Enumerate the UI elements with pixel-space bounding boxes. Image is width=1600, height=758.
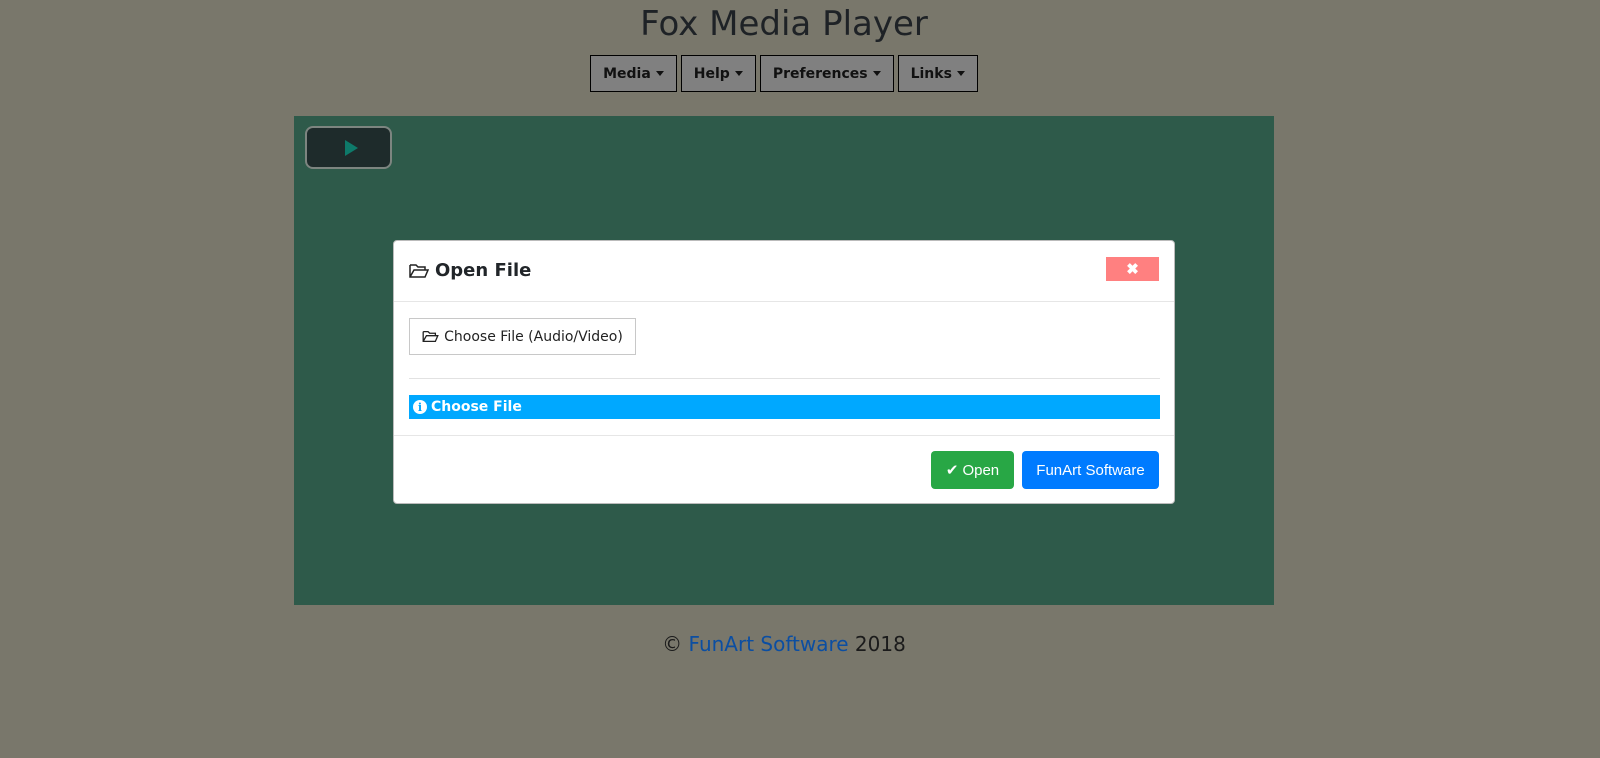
status-text: Choose File: [431, 399, 522, 415]
menu-label: Preferences: [772, 65, 868, 82]
folder-open-icon: [422, 330, 439, 343]
open-button[interactable]: ✔ Open: [931, 451, 1014, 489]
funart-software-button[interactable]: FunArt Software: [1022, 451, 1159, 489]
caret-down-icon: [956, 71, 965, 76]
dialog-header: Open File ✖: [394, 241, 1174, 302]
caret-down-icon: [734, 71, 743, 76]
dialog-title-text: Open File: [435, 260, 532, 281]
info-icon: i: [413, 400, 427, 414]
menu-media[interactable]: Media: [590, 55, 677, 92]
play-icon: [345, 140, 358, 156]
menu-bar: Media Help Preferences Links: [0, 55, 1568, 92]
menu-label: Help: [693, 65, 730, 82]
check-icon: ✔: [945, 462, 959, 479]
caret-down-icon: [655, 71, 664, 76]
menu-help[interactable]: Help: [680, 55, 756, 92]
menu-label: Media: [603, 65, 651, 82]
status-bar: i Choose File: [409, 395, 1160, 419]
footer: © FunArt Software 2018: [0, 632, 1568, 656]
folder-open-icon: [409, 263, 429, 278]
caret-down-icon: [872, 71, 881, 76]
divider: [394, 435, 1174, 436]
open-label: Open: [962, 461, 1000, 479]
app-title: Fox Media Player: [640, 4, 928, 44]
choose-file-label: Choose File (Audio/Video): [444, 328, 623, 345]
copyright-symbol: ©: [662, 632, 683, 656]
divider: [409, 378, 1160, 379]
menu-links[interactable]: Links: [897, 55, 978, 92]
funart-link[interactable]: FunArt Software: [689, 632, 849, 656]
menu-label: Links: [910, 65, 952, 82]
play-button[interactable]: [305, 126, 392, 169]
menu-preferences[interactable]: Preferences: [759, 55, 894, 92]
close-icon: ✖: [1126, 261, 1139, 278]
choose-file-button[interactable]: Choose File (Audio/Video): [409, 318, 636, 355]
close-button[interactable]: ✖: [1106, 257, 1159, 281]
dialog-title: Open File: [409, 260, 531, 281]
footer-year: 2018: [854, 632, 906, 656]
open-file-dialog: Open File ✖ Choose File (Audio/Video) iC…: [393, 240, 1175, 504]
page: Fox Media Player Media Help Preferences …: [0, 0, 1568, 758]
